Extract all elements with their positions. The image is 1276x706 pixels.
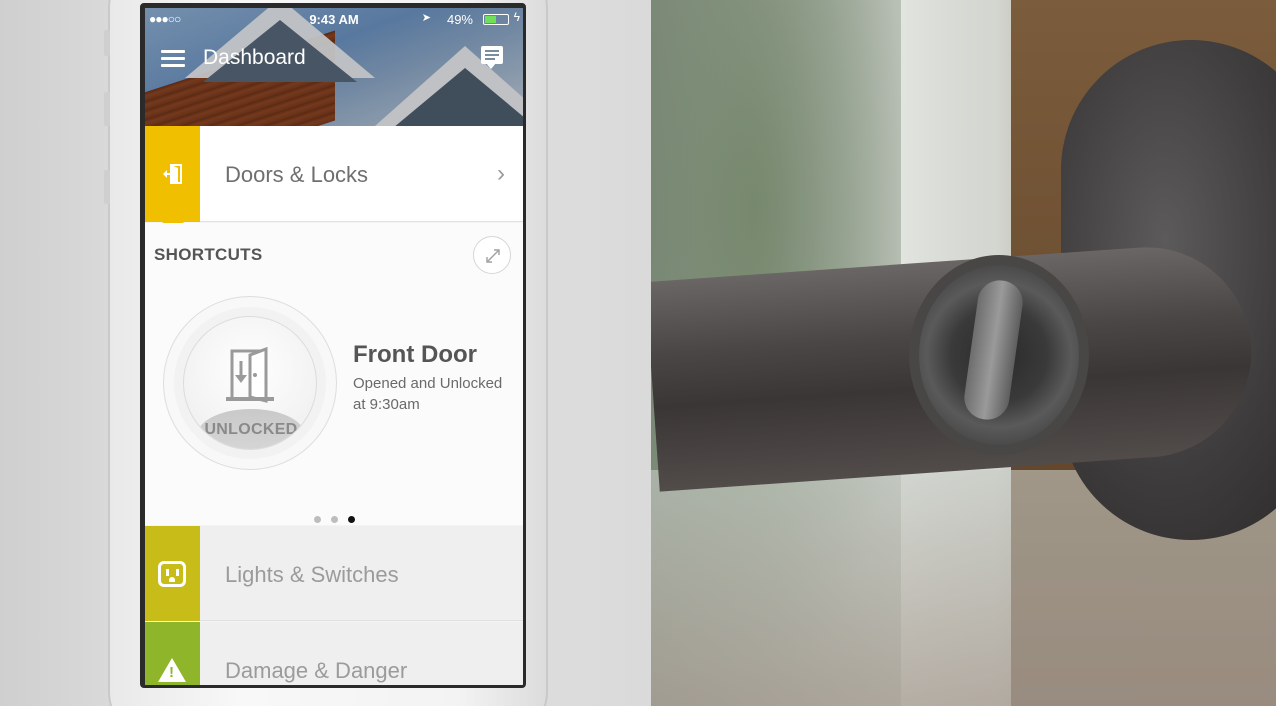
- power-outlet-icon: [158, 561, 186, 587]
- app-view: ●●●○○ 9:43 AM ➤ 49% ϟ Dashboard Doors & …: [145, 8, 523, 685]
- pager-dot[interactable]: [330, 516, 338, 523]
- door-handle-photo: [651, 0, 1276, 706]
- expand-arrows-icon: [486, 249, 500, 263]
- front-door-title: Front Door: [353, 341, 477, 368]
- damage-danger-row[interactable]: Damage & Danger: [145, 622, 523, 685]
- front-door-status-text: Opened and Unlocked at 9:30am: [353, 375, 503, 413]
- phone-volume-up: [104, 92, 110, 126]
- front-door-lock-toggle[interactable]: UNLOCKED: [163, 296, 337, 470]
- shortcuts-heading: SHORTCUTS: [154, 245, 263, 264]
- chevron-right-icon: ›: [497, 160, 505, 187]
- lock-status-badge: UNLOCKED: [204, 421, 298, 438]
- battery-percent: 49%: [446, 12, 473, 27]
- damage-accent-tab: [145, 622, 200, 685]
- doors-accent-tab: [145, 126, 200, 231]
- expand-button[interactable]: [473, 236, 511, 274]
- doors-locks-label: Doors & Locks: [225, 162, 369, 187]
- charging-bolt-icon: ϟ: [513, 10, 520, 24]
- doors-locks-row[interactable]: Doors & Locks ›: [145, 126, 523, 231]
- page-title: Dashboard: [203, 46, 306, 69]
- header-banner: ●●●○○ 9:43 AM ➤ 49% ϟ Dashboard: [145, 8, 523, 126]
- battery-icon: [483, 14, 509, 25]
- phone-screen: ●●●○○ 9:43 AM ➤ 49% ϟ Dashboard Doors & …: [140, 3, 526, 688]
- location-arrow-icon: ➤: [421, 12, 431, 24]
- damage-danger-label: Damage & Danger: [225, 658, 408, 683]
- shortcuts-panel: SHORTCUTS UNLOCKED Front Door Opened and…: [145, 223, 523, 525]
- pager-dot[interactable]: [313, 516, 321, 523]
- phone-volume-down: [104, 170, 110, 204]
- pager-dot[interactable]: [347, 516, 355, 523]
- lights-accent-tab: [145, 526, 200, 621]
- nav-bar: Dashboard: [145, 40, 523, 80]
- phone-mute-switch: [104, 30, 110, 56]
- message-icon[interactable]: [481, 46, 503, 69]
- status-bar: ●●●○○ 9:43 AM ➤ 49% ϟ: [145, 8, 523, 30]
- lock-dial-face: UNLOCKED: [183, 316, 317, 450]
- lights-switches-label: Lights & Switches: [225, 562, 399, 587]
- lights-switches-row[interactable]: Lights & Switches: [145, 526, 523, 621]
- open-door-icon: [226, 347, 274, 403]
- hamburger-menu-icon[interactable]: [161, 50, 185, 68]
- door-exit-icon: [163, 164, 182, 184]
- warning-triangle-icon: [158, 658, 186, 682]
